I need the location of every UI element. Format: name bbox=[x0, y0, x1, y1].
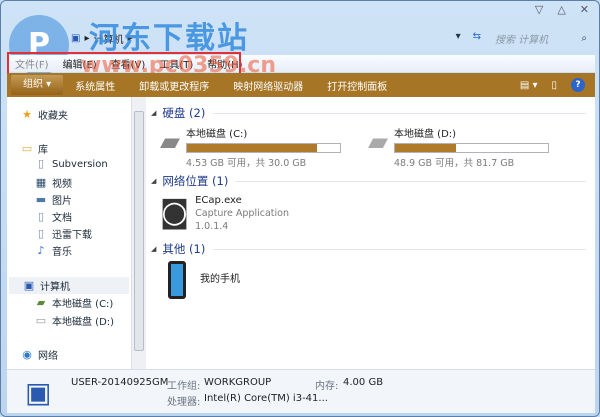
nav-label: 本地磁盘 (C:) bbox=[52, 299, 114, 310]
cpu-label: 处理器: bbox=[167, 397, 201, 408]
memory-label: 内存: bbox=[315, 381, 339, 392]
drive-icon: ▰ bbox=[36, 295, 46, 309]
item-name: 我的手机 bbox=[200, 274, 240, 285]
nav-drive-d[interactable]: ▭ 本地磁盘 (D:) bbox=[35, 313, 114, 328]
drive-usage-bar bbox=[394, 143, 549, 153]
group-other[interactable]: ◢ 其他 (1) bbox=[151, 241, 586, 257]
library-folder-icon: ▭ bbox=[21, 141, 33, 155]
computer-name: USER-20140925GM bbox=[71, 377, 169, 388]
group-title: 其他 (1) bbox=[162, 242, 206, 256]
preview-pane-icon[interactable]: ▯ bbox=[551, 80, 557, 91]
view-options-icon[interactable]: ▤ ▾ bbox=[520, 80, 538, 91]
scrollbar-thumb[interactable] bbox=[134, 111, 144, 351]
nav-label: 图片 bbox=[52, 196, 72, 207]
collapse-icon[interactable]: ◢ bbox=[151, 109, 156, 117]
group-network-locations[interactable]: ◢ 网络位置 (1) bbox=[151, 173, 586, 189]
nav-label: Subversion bbox=[52, 158, 108, 170]
drive-name: 本地磁盘 (D:) bbox=[394, 129, 457, 140]
phone-icon bbox=[168, 261, 186, 299]
caption-buttons: ▽ △ ✕ bbox=[535, 3, 589, 16]
nav-drive-c[interactable]: ▰ 本地磁盘 (C:) bbox=[35, 295, 114, 310]
nav-label: 迅雷下载 bbox=[52, 230, 92, 241]
minimize-button[interactable]: ▽ bbox=[535, 3, 543, 16]
uninstall-program-button[interactable]: 卸载或更改程序 bbox=[127, 78, 221, 93]
film-icon: ▦ bbox=[35, 175, 47, 189]
dropdown-icon[interactable]: ▾ bbox=[456, 31, 461, 42]
open-control-panel-button[interactable]: 打开控制面板 bbox=[315, 78, 399, 93]
nav-label: 本地磁盘 (D:) bbox=[52, 317, 115, 328]
nav-libraries[interactable]: ▭ 库 bbox=[21, 141, 48, 156]
other-my-phone[interactable]: 我的手机 bbox=[168, 261, 240, 299]
document-icon: ▯ bbox=[37, 209, 45, 223]
memory-value: 4.00 GB bbox=[343, 377, 384, 388]
document-icon: ▯ bbox=[37, 226, 45, 240]
drive-d[interactable]: ▰ 本地磁盘 (D:) 48.9 GB 可用，共 81.7 GB bbox=[368, 125, 549, 169]
help-icon[interactable]: ? bbox=[571, 78, 585, 92]
document-icon: ▯ bbox=[37, 157, 45, 170]
windows-drive-icon: ▰ bbox=[160, 127, 180, 157]
nav-favorites[interactable]: ★ 收藏夹 bbox=[21, 107, 68, 122]
music-note-icon: ♪ bbox=[37, 243, 45, 257]
nav-library-xunlei[interactable]: ▯ 迅雷下载 bbox=[35, 226, 92, 241]
close-button[interactable]: ✕ bbox=[580, 3, 589, 16]
network-icon: ◉ bbox=[22, 347, 32, 361]
nav-label: 库 bbox=[38, 145, 48, 156]
item-name: ECap.exe bbox=[195, 195, 242, 206]
organize-button[interactable]: 组织 ▾ bbox=[11, 75, 64, 95]
drive-info: 4.53 GB 可用，共 30.0 GB bbox=[186, 158, 307, 169]
group-title: 网络位置 (1) bbox=[162, 174, 229, 188]
collapse-icon[interactable]: ◢ bbox=[151, 177, 156, 185]
nav-computer[interactable]: ▣ 计算机 bbox=[9, 277, 129, 294]
nav-library-videos[interactable]: ▦ 视频 bbox=[35, 175, 72, 190]
nav-label: 网络 bbox=[38, 351, 58, 362]
navigation-pane: ★ 收藏夹 ▭ 库 ▯ Subversion ▦ 视频 ▬ 图片 ▯ 文档 ▯ 迅雷下载 ♪ 音… bbox=[7, 97, 131, 369]
maximize-button[interactable]: △ bbox=[557, 3, 565, 16]
star-icon: ★ bbox=[22, 107, 32, 121]
drive-icon: ▭ bbox=[35, 313, 47, 327]
drive-icon: ▰ bbox=[368, 127, 388, 157]
workgroup-label: 工作组: bbox=[167, 381, 201, 392]
nav-library-music[interactable]: ♪ 音乐 bbox=[35, 243, 72, 258]
collapse-icon[interactable]: ◢ bbox=[151, 245, 156, 253]
netloc-ecap[interactable]: ◙ ECap.exe Capture Application 1.0.1.4 bbox=[160, 195, 289, 232]
nav-label: 收藏夹 bbox=[38, 111, 68, 122]
command-bar: 组织 ▾ 系统属性 卸载或更改程序 映射网络驱动器 打开控制面板 ▤ ▾ ▯ ? bbox=[7, 73, 595, 97]
menu-highlight-box bbox=[7, 52, 241, 75]
drive-info: 48.9 GB 可用，共 81.7 GB bbox=[394, 158, 515, 169]
refresh-icon[interactable]: ⇆ bbox=[473, 31, 481, 42]
group-hard-disks[interactable]: ◢ 硬盘 (2) bbox=[151, 105, 586, 121]
system-properties-button[interactable]: 系统属性 bbox=[63, 78, 127, 93]
nav-scrollbar[interactable] bbox=[131, 97, 146, 369]
nav-label: 文档 bbox=[52, 213, 72, 224]
search-input[interactable]: 搜索 计算机 ⌕ bbox=[491, 29, 591, 47]
computer-icon: ▣ bbox=[23, 278, 35, 292]
explorer-window: ▽ △ ✕ P ▣ ▸ 计算机 ▸ ▾ ⇆ 搜索 计算机 ⌕ 河东下载站 文件(F)… bbox=[0, 0, 600, 417]
item-version: 1.0.1.4 bbox=[195, 221, 229, 232]
drive-c[interactable]: ▰ 本地磁盘 (C:) 4.53 GB 可用，共 30.0 GB bbox=[160, 125, 341, 169]
picture-icon: ▬ bbox=[35, 192, 47, 206]
nav-label: 视频 bbox=[52, 179, 72, 190]
watermark-site-name: 河东下载站 bbox=[89, 21, 249, 56]
map-network-drive-button[interactable]: 映射网络驱动器 bbox=[221, 78, 315, 93]
item-desc: Capture Application bbox=[195, 208, 289, 219]
search-icon: ⌕ bbox=[581, 32, 587, 44]
nav-library-documents[interactable]: ▯ 文档 bbox=[35, 209, 72, 224]
cpu-value: Intel(R) Core(TM) i3-41... bbox=[204, 393, 328, 404]
computer-icon: ▣ bbox=[71, 33, 81, 44]
camera-icon: ◙ bbox=[160, 195, 190, 230]
nav-library-subversion[interactable]: ▯ Subversion bbox=[35, 158, 108, 170]
nav-label: 计算机 bbox=[40, 282, 70, 293]
details-pane: ▣ USER-20140925GM 工作组: WORKGROUP 内存: 4.0… bbox=[7, 369, 595, 413]
drive-usage-bar bbox=[186, 143, 341, 153]
workgroup-value: WORKGROUP bbox=[204, 377, 272, 388]
nav-library-pictures[interactable]: ▬ 图片 bbox=[35, 192, 72, 207]
content-pane: ◢ 硬盘 (2) ▰ 本地磁盘 (C:) 4.53 GB 可用，共 30.0 GB … bbox=[146, 97, 595, 369]
nav-network[interactable]: ◉ 网络 bbox=[21, 347, 58, 362]
group-title: 硬盘 (2) bbox=[162, 106, 206, 120]
computer-monitor-icon: ▣ bbox=[25, 376, 52, 409]
nav-label: 音乐 bbox=[52, 247, 72, 258]
search-placeholder: 搜索 计算机 bbox=[495, 34, 549, 46]
drive-name: 本地磁盘 (C:) bbox=[186, 129, 248, 140]
